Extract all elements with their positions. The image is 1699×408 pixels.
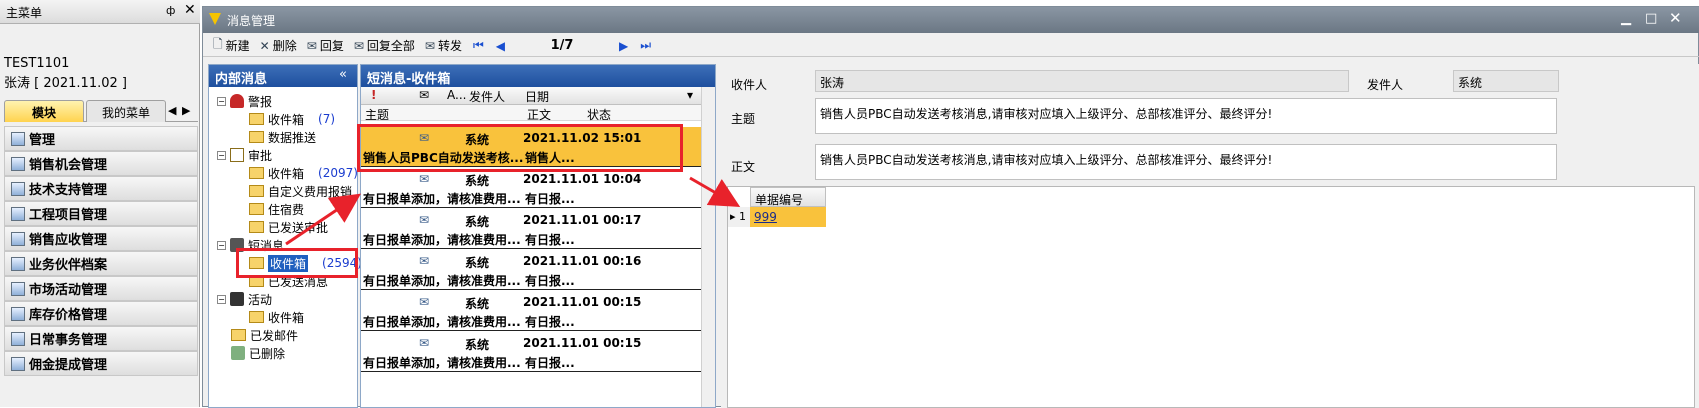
arrow-to-detail	[689, 176, 741, 208]
arrow-to-message	[285, 193, 361, 246]
annotation-arrows	[285, 176, 741, 246]
